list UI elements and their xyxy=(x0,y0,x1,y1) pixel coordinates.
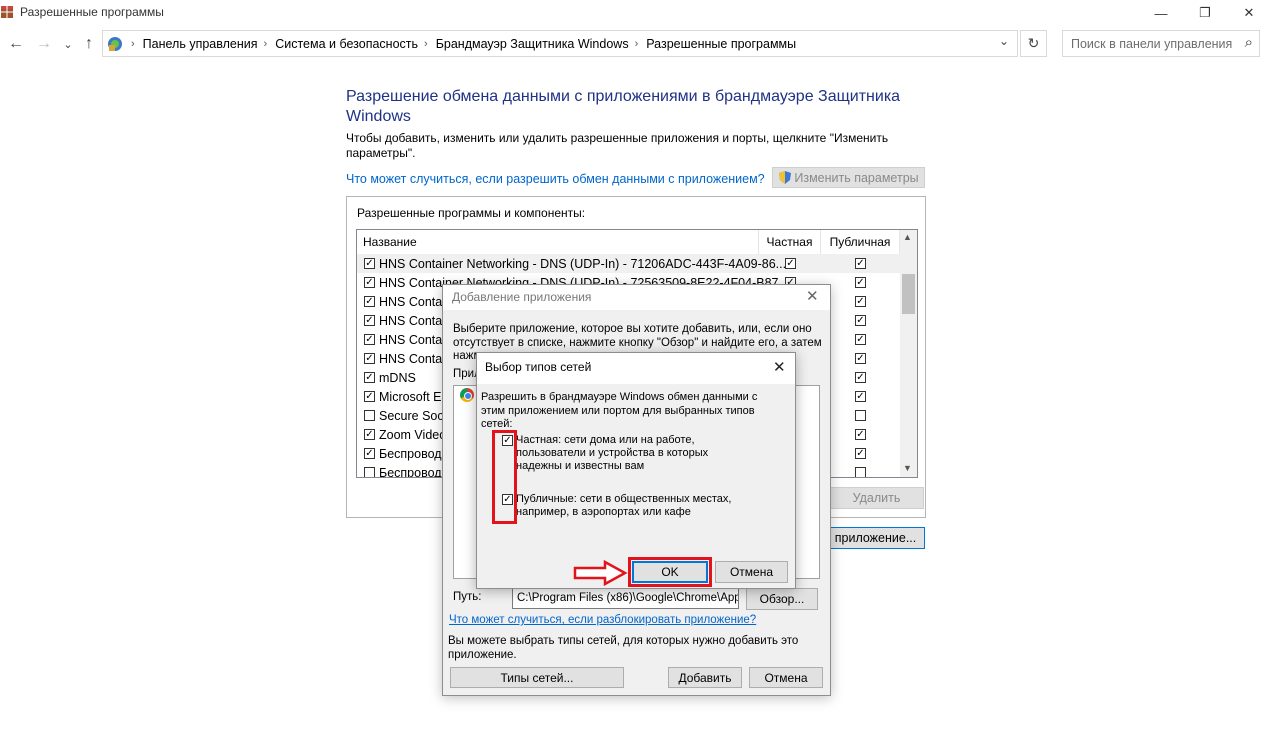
cancel-add-button[interactable]: Отмена xyxy=(749,667,823,688)
row-public-checkbox[interactable]: ✓ xyxy=(855,296,866,307)
breadcrumb-separator: › xyxy=(131,37,135,50)
row-name: HNS Contai xyxy=(379,294,445,309)
scroll-up-icon[interactable]: ▲ xyxy=(903,232,912,242)
search-placeholder: Поиск в панели управления xyxy=(1071,36,1233,51)
add-app-dialog-title: Добавление приложения xyxy=(452,290,592,304)
row-name: HNS Container Networking - DNS (UDP-In) … xyxy=(379,256,787,271)
scrollbar-thumb[interactable] xyxy=(902,274,915,314)
forward-button[interactable]: → xyxy=(34,33,54,55)
public-network-label: Публичные: сети в общественных местах, н… xyxy=(516,493,732,518)
unblock-risk-link[interactable]: Что может случиться, если разблокировать… xyxy=(449,614,756,626)
maximize-button[interactable]: ❐ xyxy=(1182,0,1228,26)
row-name: HNS Contai xyxy=(379,313,445,328)
row-enabled-checkbox[interactable] xyxy=(364,467,375,477)
network-types-close-icon[interactable]: ✕ xyxy=(773,358,786,376)
row-private-checkbox[interactable]: ✓ xyxy=(785,258,796,269)
minimize-button[interactable]: — xyxy=(1138,0,1184,26)
row-name: Беспроводн xyxy=(379,446,449,461)
breadcrumb-system-security[interactable]: Система и безопасность xyxy=(275,37,418,51)
delete-button[interactable]: Удалить xyxy=(829,487,924,509)
row-enabled-checkbox[interactable]: ✓ xyxy=(364,315,375,326)
chrome-icon xyxy=(460,388,474,402)
row-name: HNS Contai xyxy=(379,351,445,366)
breadcrumb-allowed-apps[interactable]: Разрешенные программы xyxy=(646,37,796,51)
row-public-checkbox[interactable]: ✓ xyxy=(855,391,866,402)
recent-locations-button[interactable]: ⌄ xyxy=(58,33,78,55)
change-settings-label: Изменить параметры xyxy=(794,170,919,185)
network-types-button[interactable]: Типы сетей... xyxy=(450,667,624,688)
list-scrollbar[interactable] xyxy=(900,230,917,477)
row-enabled-checkbox[interactable]: ✓ xyxy=(364,448,375,459)
row-name: HNS Contai xyxy=(379,332,445,347)
search-icon: ⌕ xyxy=(1244,34,1253,51)
row-enabled-checkbox[interactable] xyxy=(364,410,375,421)
browse-button[interactable]: Обзор... xyxy=(746,588,818,610)
row-enabled-checkbox[interactable]: ✓ xyxy=(364,429,375,440)
window-title: Разрешенные программы xyxy=(20,5,164,19)
scroll-down-icon[interactable]: ▼ xyxy=(903,463,912,473)
breadcrumb-firewall[interactable]: Брандмауэр Защитника Windows xyxy=(436,37,629,51)
risk-link[interactable]: Что может случиться, если разрешить обме… xyxy=(346,172,765,186)
row-public-checkbox[interactable]: ✓ xyxy=(855,277,866,288)
row-enabled-checkbox[interactable]: ✓ xyxy=(364,296,375,307)
add-app-dialog-close-icon[interactable]: ✕ xyxy=(806,287,819,305)
private-network-label: Частная: сети дома или на работе, пользо… xyxy=(516,434,709,472)
column-private[interactable]: Частная xyxy=(759,230,821,254)
network-types-note: Вы можете выбрать типы сетей, для которы… xyxy=(448,635,799,661)
row-public-checkbox[interactable]: ✓ xyxy=(855,429,866,440)
firewall-app-icon xyxy=(1,6,13,18)
path-field[interactable]: C:\Program Files (x86)\Google\Chrome\App… xyxy=(512,588,739,609)
row-public-checkbox[interactable]: ✓ xyxy=(855,315,866,326)
breadcrumb-separator: › xyxy=(424,37,428,50)
row-name: Zoom Video xyxy=(379,427,447,442)
row-public-checkbox[interactable]: ✓ xyxy=(855,372,866,383)
cancel-network-button[interactable]: Отмена xyxy=(715,561,788,583)
row-name: Microsoft Ec xyxy=(379,389,448,404)
close-window-button[interactable]: ✕ xyxy=(1226,0,1266,26)
column-name[interactable]: Название xyxy=(357,230,759,254)
path-label: Путь: xyxy=(453,591,482,603)
page-title: Разрешение обмена данными с приложениями… xyxy=(346,88,901,125)
breadcrumb-control-panel[interactable]: Панель управления xyxy=(143,37,258,51)
breadcrumb-separator: › xyxy=(634,37,639,50)
table-row[interactable]: ✓ HNS Container Networking - DNS (UDP-In)… xyxy=(357,254,902,273)
row-public-checkbox[interactable] xyxy=(855,410,866,421)
column-public[interactable]: Публичная xyxy=(821,230,900,254)
row-enabled-checkbox[interactable]: ✓ xyxy=(364,334,375,345)
search-input[interactable]: Поиск в панели управления ⌕ xyxy=(1062,30,1260,57)
allow-another-app-button[interactable]: приложение... xyxy=(826,527,925,549)
page-description: Чтобы добавить, изменить или удалить раз… xyxy=(346,131,889,160)
ok-button[interactable]: OK xyxy=(632,561,708,583)
refresh-button[interactable]: ↻ xyxy=(1020,30,1047,57)
title-bar: Разрешенные программы — ❐ ✕ xyxy=(0,0,1266,26)
allowed-apps-label: Разрешенные программы и компоненты: xyxy=(357,206,586,220)
row-public-checkbox[interactable]: ✓ xyxy=(855,334,866,345)
row-enabled-checkbox[interactable]: ✓ xyxy=(364,258,375,269)
breadcrumb-separator: › xyxy=(263,37,268,50)
row-enabled-checkbox[interactable]: ✓ xyxy=(364,353,375,364)
back-button[interactable]: ← xyxy=(6,33,26,55)
uac-shield-icon xyxy=(779,171,792,184)
row-name: Secure Sock xyxy=(379,408,450,423)
add-button[interactable]: Добавить xyxy=(668,667,742,688)
row-public-checkbox[interactable]: ✓ xyxy=(855,258,866,269)
pointer-arrow-icon xyxy=(573,560,628,586)
row-public-checkbox[interactable]: ✓ xyxy=(855,353,866,364)
row-name: Беспроводн xyxy=(379,465,449,478)
row-name: mDNS xyxy=(379,370,416,385)
address-bar[interactable]: › Панель управления › Система и безопасн… xyxy=(102,30,1018,57)
row-enabled-checkbox[interactable]: ✓ xyxy=(364,372,375,383)
row-enabled-checkbox[interactable]: ✓ xyxy=(364,391,375,402)
up-button[interactable]: ↑ xyxy=(79,33,99,55)
row-enabled-checkbox[interactable]: ✓ xyxy=(364,277,375,288)
network-types-instructions: Разрешить в брандмауэре Windows обмен да… xyxy=(481,391,758,430)
row-public-checkbox[interactable] xyxy=(855,467,866,477)
row-public-checkbox[interactable]: ✓ xyxy=(855,448,866,459)
checkbox-highlight xyxy=(492,430,517,524)
change-settings-button[interactable]: Изменить параметры xyxy=(772,167,925,188)
network-types-dialog-title: Выбор типов сетей xyxy=(485,360,592,374)
address-dropdown-icon[interactable]: ⌄ xyxy=(999,34,1009,48)
control-panel-icon xyxy=(108,36,122,51)
